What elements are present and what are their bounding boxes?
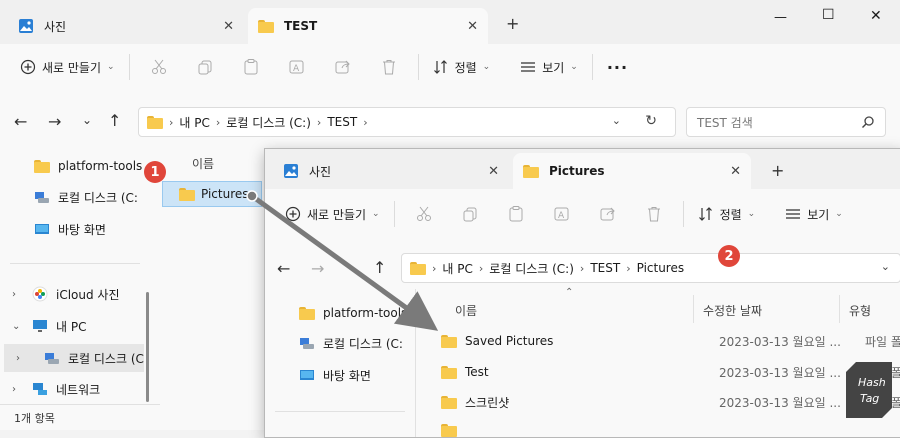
drag-arrow-start bbox=[246, 190, 258, 202]
step-badge-2: 2 bbox=[718, 245, 740, 267]
watermark-line1: Hash bbox=[858, 376, 886, 389]
step-badge-1: 1 bbox=[144, 161, 166, 183]
hashtag-watermark-logo: Hash Tag bbox=[846, 362, 892, 418]
watermark-line2: Tag bbox=[860, 392, 879, 405]
drag-arrow bbox=[249, 193, 439, 331]
drag-arrow-overlay bbox=[246, 190, 439, 331]
